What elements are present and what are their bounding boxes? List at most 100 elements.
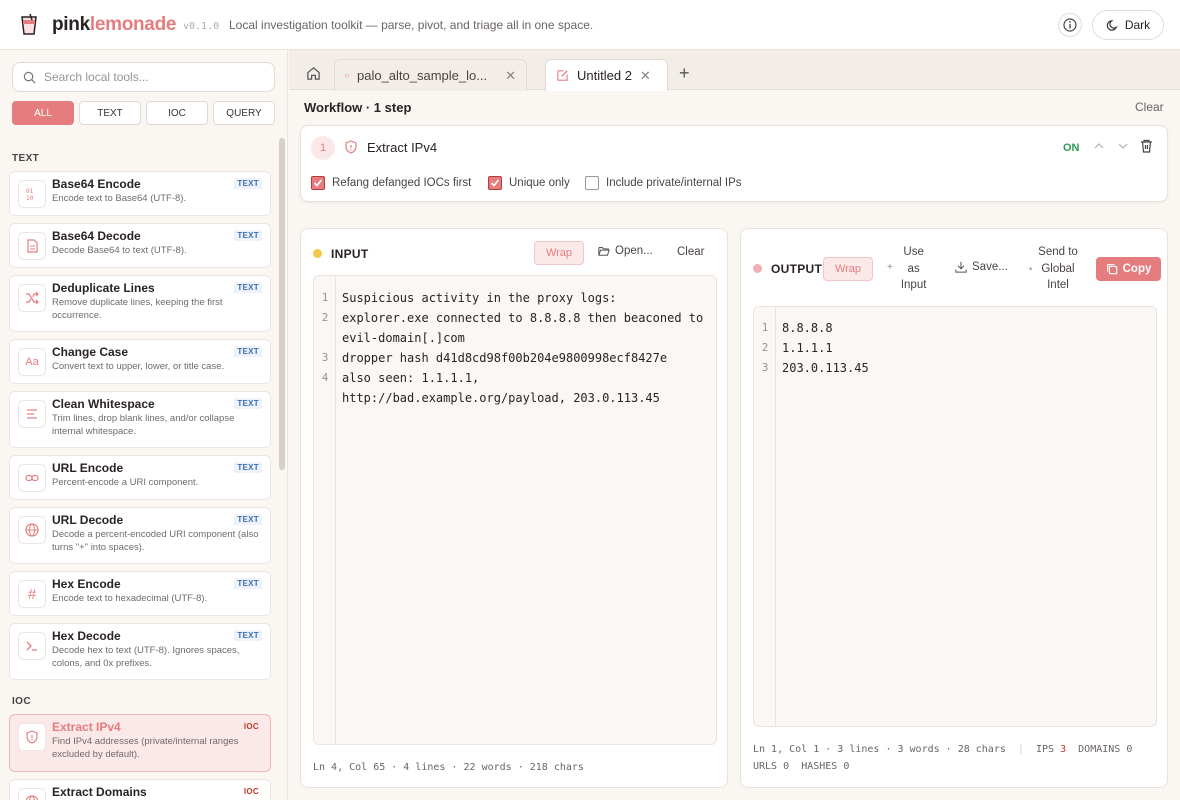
- tool-badge: TEXT: [234, 178, 262, 189]
- output-editor[interactable]: 1 8.8.8.8 2 1.1.1.1 3 203.0.113.45: [753, 306, 1157, 727]
- line-gutter: [314, 276, 336, 744]
- input-clear-button[interactable]: Clear: [677, 246, 704, 258]
- tool-clean-whitespace[interactable]: Clean Whitespace Trim lines, drop blank …: [9, 391, 271, 448]
- download-icon: [955, 261, 967, 273]
- output-title: OUTPUT: [771, 262, 823, 276]
- filter-query[interactable]: QUERY: [213, 101, 275, 125]
- tool-url-decode[interactable]: URL Decode Decode a percent-encoded URI …: [9, 507, 271, 564]
- output-ioc-counts: URLS 0 HASHES 0: [753, 761, 850, 772]
- tool-description: Find IPv4 addresses (private/internal ra…: [52, 736, 239, 760]
- trash-icon[interactable]: [1140, 139, 1153, 153]
- output-wrap-button[interactable]: Wrap: [823, 257, 873, 281]
- tab-untitled-2[interactable]: Untitled 2 ✕: [545, 59, 668, 91]
- tool-badge: TEXT: [234, 514, 262, 525]
- save-button[interactable]: Save...: [955, 261, 1008, 273]
- chevron-up-icon[interactable]: [1093, 140, 1105, 152]
- dark-mode-label: Dark: [1124, 18, 1151, 32]
- tool-base64-decode[interactable]: Base64 Decode Decode Base64 to text (UTF…: [9, 223, 271, 268]
- info-button[interactable]: [1058, 13, 1082, 37]
- tool-badge: TEXT: [234, 630, 262, 641]
- top-bar: pinklemonade v0.1.0 Local investigation …: [0, 0, 1180, 50]
- tool-hex-decode[interactable]: Hex Decode Decode hex to text (UTF-8). I…: [9, 623, 271, 680]
- tool-badge: TEXT: [234, 578, 262, 589]
- step-toggle[interactable]: ON: [1063, 142, 1080, 154]
- home-tab[interactable]: [299, 59, 327, 87]
- send-to-global-intel-button[interactable]: • Send to Global Intel: [1029, 244, 1078, 294]
- svg-text:01: 01: [26, 188, 34, 195]
- tool-description: Decode hex to text (UTF-8). Ignores spac…: [52, 645, 240, 669]
- output-status-dot: [753, 264, 762, 273]
- globe-icon: [18, 788, 46, 800]
- folder-icon: [345, 74, 349, 78]
- use-as-input-button[interactable]: + Use as Input: [887, 244, 926, 294]
- case-icon: Aa: [18, 348, 46, 376]
- add-tab-button[interactable]: +: [679, 63, 690, 84]
- search-box[interactable]: [12, 62, 275, 92]
- tool-description: Encode text to hexadecimal (UTF-8).: [52, 593, 208, 604]
- checkbox-unique-only[interactable]: [488, 176, 502, 190]
- tool-description: Percent-encode a URI component.: [52, 477, 199, 488]
- tool-description: Decode a percent-encoded URI component (…: [52, 529, 259, 553]
- option-label: Include private/internal IPs: [606, 177, 742, 189]
- tool-hex-encode[interactable]: # Hex Encode Encode text to hexadecimal …: [9, 571, 271, 616]
- shield-icon: [344, 140, 358, 154]
- checkbox-refang[interactable]: [311, 176, 325, 190]
- terminal-icon: [18, 632, 46, 660]
- moon-icon: [1106, 19, 1118, 31]
- hash-icon: #: [18, 580, 46, 608]
- tagline: Local investigation toolkit — parse, piv…: [229, 18, 594, 32]
- tool-badge: IOC: [243, 722, 259, 731]
- tool-description: Convert text to upper, lower, or title c…: [52, 361, 225, 372]
- tool-base64-encode[interactable]: 01 10 Base64 Encode Encode text to Base64…: [9, 171, 271, 216]
- workflow-step-card: 1 Extract IPv4 ON Refang defanged IOCs f…: [300, 125, 1168, 202]
- workflow-clear-button[interactable]: Clear: [1135, 100, 1164, 114]
- tool-name: Clean Whitespace: [52, 397, 155, 411]
- checkbox-include-private[interactable]: [585, 176, 599, 190]
- align-left-icon: [18, 400, 46, 428]
- link-icon: [18, 464, 46, 492]
- save-label: Save...: [972, 261, 1008, 273]
- tool-url-encode[interactable]: URL Encode Percent-encode a URI componen…: [9, 455, 271, 500]
- section-label-ioc: IOC: [12, 696, 31, 707]
- tool-badge: IOC: [243, 787, 259, 796]
- option-include-private[interactable]: Include private/internal IPs: [585, 176, 742, 190]
- input-editor[interactable]: 1 Suspicious activity in the proxy logs: …: [313, 275, 717, 745]
- sidebar: ALL TEXT IOC QUERY TEXT 0110 Base64 Enco…: [0, 50, 288, 800]
- tool-name: Extract Domains: [52, 785, 147, 799]
- option-unique-only[interactable]: Unique only: [488, 176, 570, 190]
- input-wrap-button[interactable]: Wrap: [534, 241, 584, 265]
- info-icon: [1063, 18, 1077, 32]
- filter-all[interactable]: ALL: [12, 101, 74, 125]
- option-label: Unique only: [509, 177, 570, 189]
- tab-label: palo_alto_sample_lo...: [357, 68, 488, 83]
- plus-icon: +: [887, 262, 893, 273]
- svg-text:10: 10: [26, 195, 34, 201]
- copy-label: Copy: [1122, 263, 1152, 275]
- tool-extract-domains[interactable]: Extract Domains IOC: [9, 779, 271, 800]
- step-name: Extract IPv4: [367, 140, 438, 155]
- copy-button[interactable]: Copy: [1096, 257, 1161, 281]
- close-icon[interactable]: ✕: [640, 68, 651, 84]
- search-input[interactable]: [44, 70, 244, 84]
- filter-ioc[interactable]: IOC: [146, 101, 208, 125]
- version-label: v0.1.0: [183, 21, 220, 32]
- tab-label: Untitled 2: [577, 68, 632, 83]
- tool-extract-ipv4[interactable]: Extract IPv4 Find IPv4 addresses (privat…: [9, 714, 271, 772]
- close-icon[interactable]: ✕: [505, 68, 516, 84]
- tool-change-case[interactable]: Aa Change Case Convert text to upper, lo…: [9, 339, 271, 384]
- chevron-down-icon[interactable]: [1117, 140, 1129, 152]
- dark-mode-button[interactable]: Dark: [1092, 10, 1164, 40]
- ips-count: 3: [1060, 744, 1067, 755]
- input-status-dot: [313, 249, 322, 258]
- globe-icon: [18, 516, 46, 544]
- tool-name: Base64 Decode: [52, 229, 141, 243]
- option-refang[interactable]: Refang defanged IOCs first: [311, 176, 471, 190]
- tool-badge: TEXT: [234, 462, 262, 473]
- tab-palo-alto-sample[interactable]: palo_alto_sample_lo... ✕: [334, 59, 527, 91]
- input-title: INPUT: [331, 247, 369, 261]
- sidebar-scrollbar[interactable]: [279, 138, 285, 470]
- open-file-button[interactable]: Open...: [598, 245, 653, 257]
- shield-icon: [18, 723, 46, 751]
- tool-deduplicate-lines[interactable]: Deduplicate Lines Remove duplicate lines…: [9, 275, 271, 332]
- filter-text[interactable]: TEXT: [79, 101, 141, 125]
